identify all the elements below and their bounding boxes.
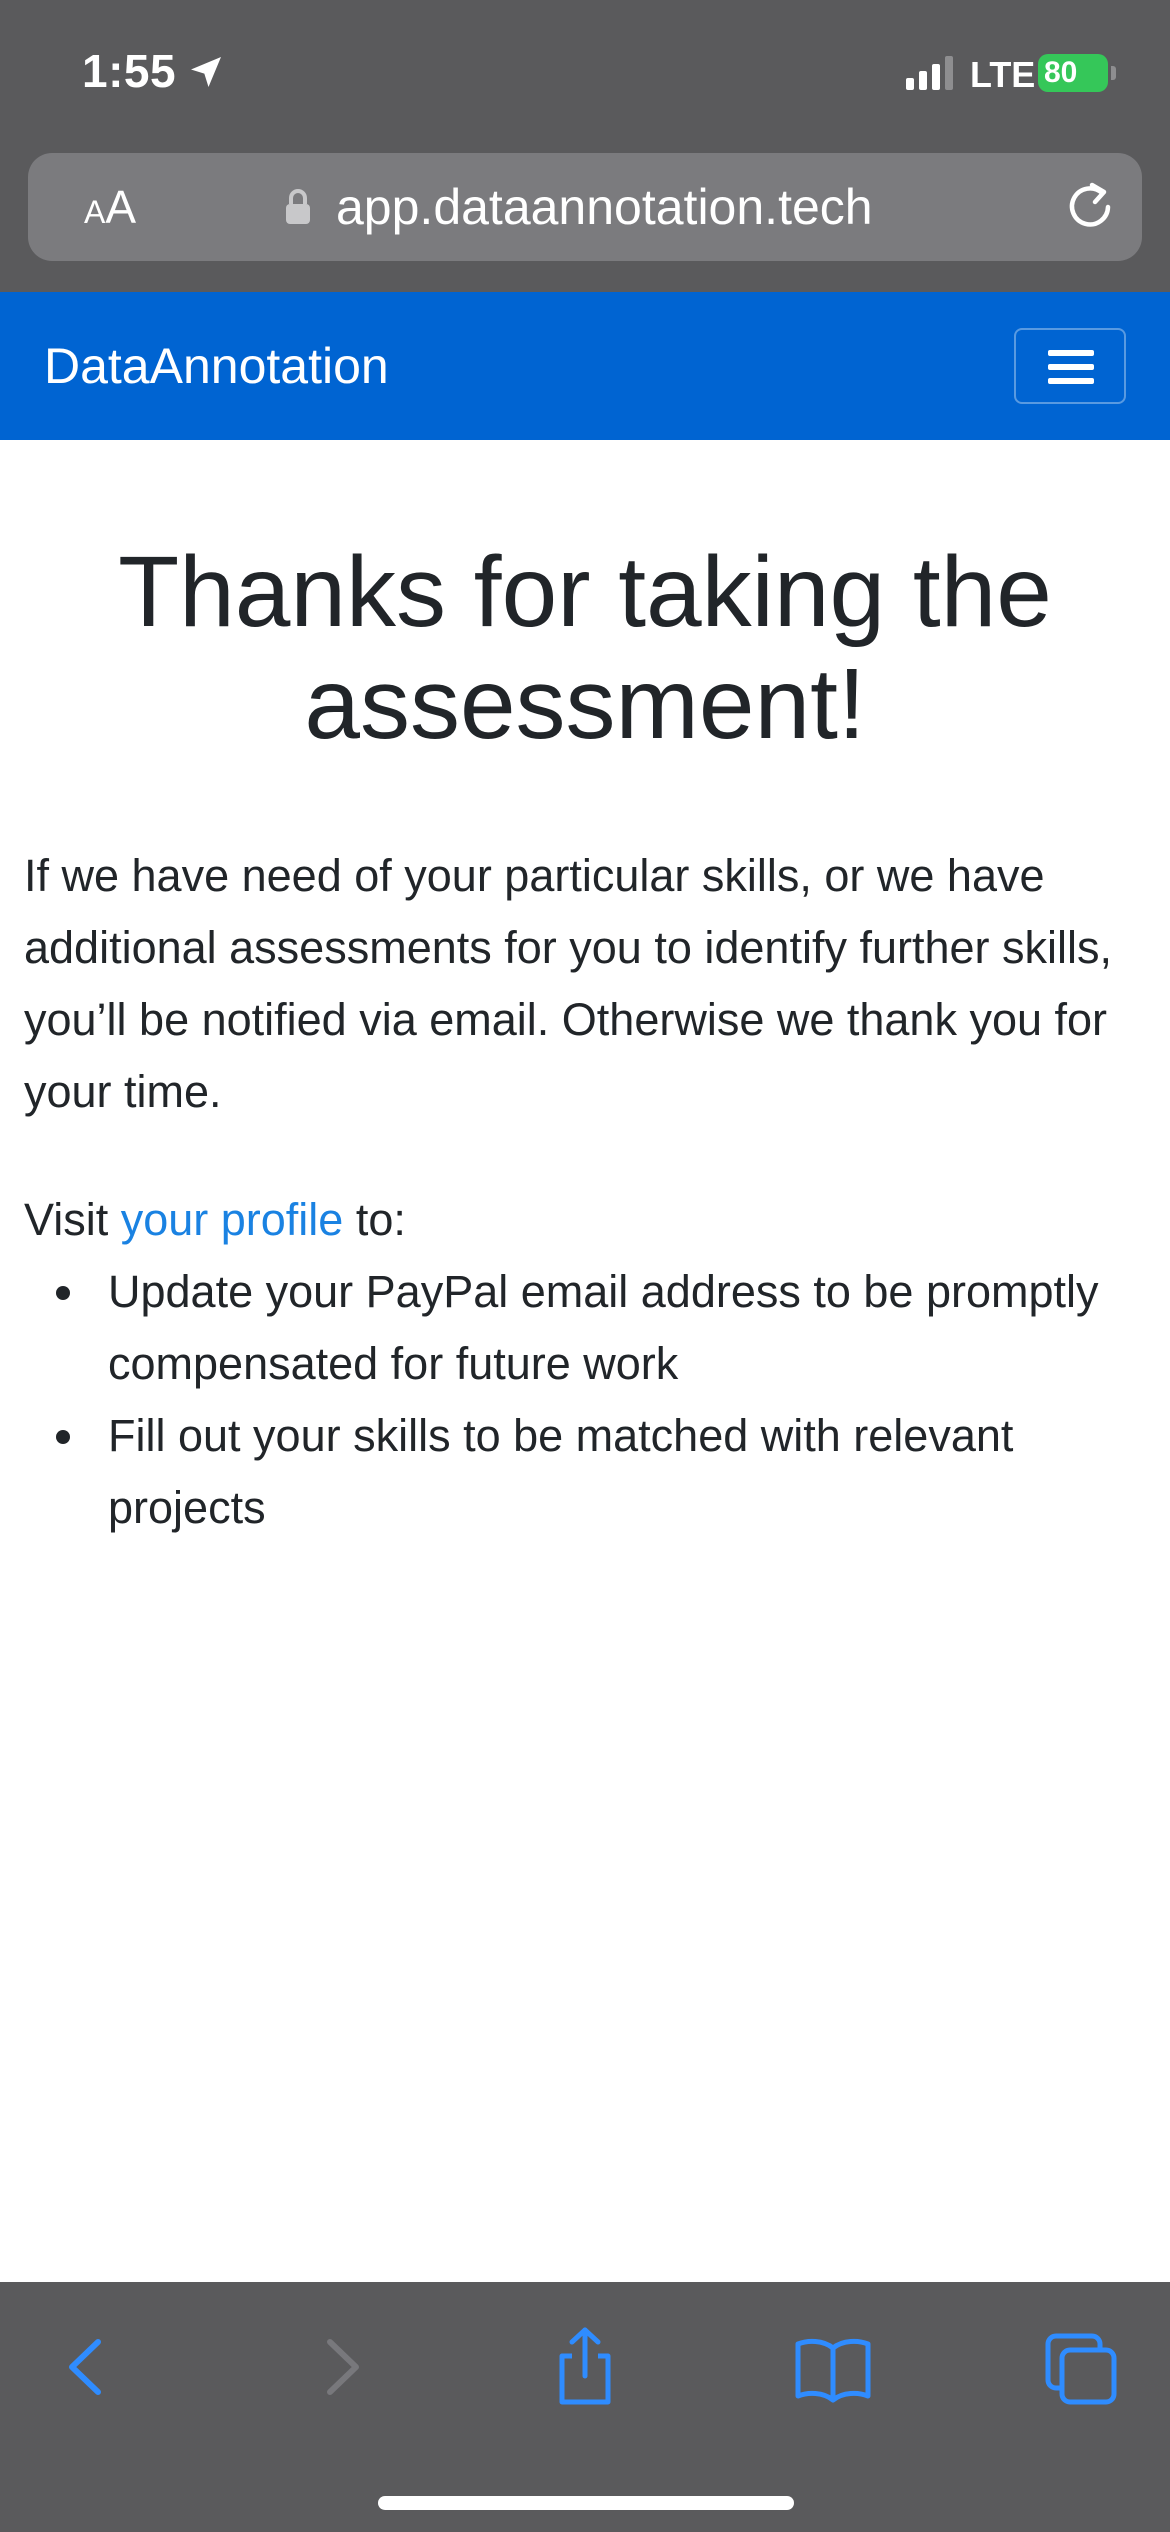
bullet-dot bbox=[56, 1430, 70, 1444]
page-title: Thanks for taking the assessment! bbox=[118, 536, 1052, 760]
profile-todo-list: Update your PayPal email address to be p… bbox=[24, 1256, 1134, 1544]
status-time: 1:55 bbox=[82, 45, 177, 97]
carrier-label: LTE bbox=[970, 54, 1036, 95]
tabs-icon[interactable] bbox=[1036, 2322, 1126, 2412]
notification-message: If we have need of your particular skill… bbox=[24, 850, 1112, 1117]
list-item: Fill out your skills to be matched with … bbox=[24, 1400, 1134, 1544]
brand-link[interactable]: DataAnnotation bbox=[44, 336, 389, 396]
status-bar: 1:55 LTE 80 bbox=[0, 0, 1170, 150]
browser-top-chrome: 1:55 LTE 80 AA app.dataannotation.tech bbox=[0, 0, 1170, 292]
list-item-text: Fill out your skills to be matched with … bbox=[108, 1410, 1014, 1533]
back-icon[interactable] bbox=[42, 2322, 132, 2412]
hamburger-menu-icon bbox=[1048, 350, 1094, 384]
home-indicator[interactable] bbox=[378, 2496, 794, 2510]
browser-toolbar bbox=[0, 2282, 1170, 2532]
list-item: Update your PayPal email address to be p… bbox=[24, 1256, 1134, 1400]
url-text[interactable]: app.dataannotation.tech bbox=[336, 179, 873, 235]
battery-level: 80 bbox=[1044, 56, 1078, 89]
profile-link[interactable]: your profile bbox=[121, 1194, 344, 1245]
address-bar[interactable]: AA app.dataannotation.tech bbox=[28, 153, 1142, 261]
menu-toggle-button[interactable] bbox=[1014, 328, 1126, 404]
reload-icon[interactable] bbox=[1062, 179, 1118, 235]
bookmarks-icon[interactable] bbox=[788, 2322, 878, 2412]
forward-icon[interactable] bbox=[296, 2322, 386, 2412]
bullet-dot bbox=[56, 1286, 70, 1300]
location-arrow-icon bbox=[191, 57, 221, 87]
visit-prefix: Visit bbox=[24, 1194, 121, 1245]
text-size-button[interactable]: AA bbox=[84, 183, 136, 236]
site-navbar: DataAnnotation bbox=[0, 292, 1170, 440]
battery-tip bbox=[1111, 66, 1116, 80]
list-item-text: Update your PayPal email address to be p… bbox=[108, 1266, 1099, 1389]
text-size-large-glyph: A bbox=[105, 181, 137, 233]
cellular-signal-icon bbox=[906, 56, 953, 90]
visit-suffix: to: bbox=[343, 1194, 406, 1245]
lock-icon bbox=[286, 189, 310, 224]
text-size-small-glyph: A bbox=[84, 194, 106, 230]
battery-indicator: 80 bbox=[1038, 54, 1108, 92]
share-icon[interactable] bbox=[540, 2322, 630, 2412]
visit-profile-line: Visit your profile to: bbox=[24, 1184, 1134, 1256]
